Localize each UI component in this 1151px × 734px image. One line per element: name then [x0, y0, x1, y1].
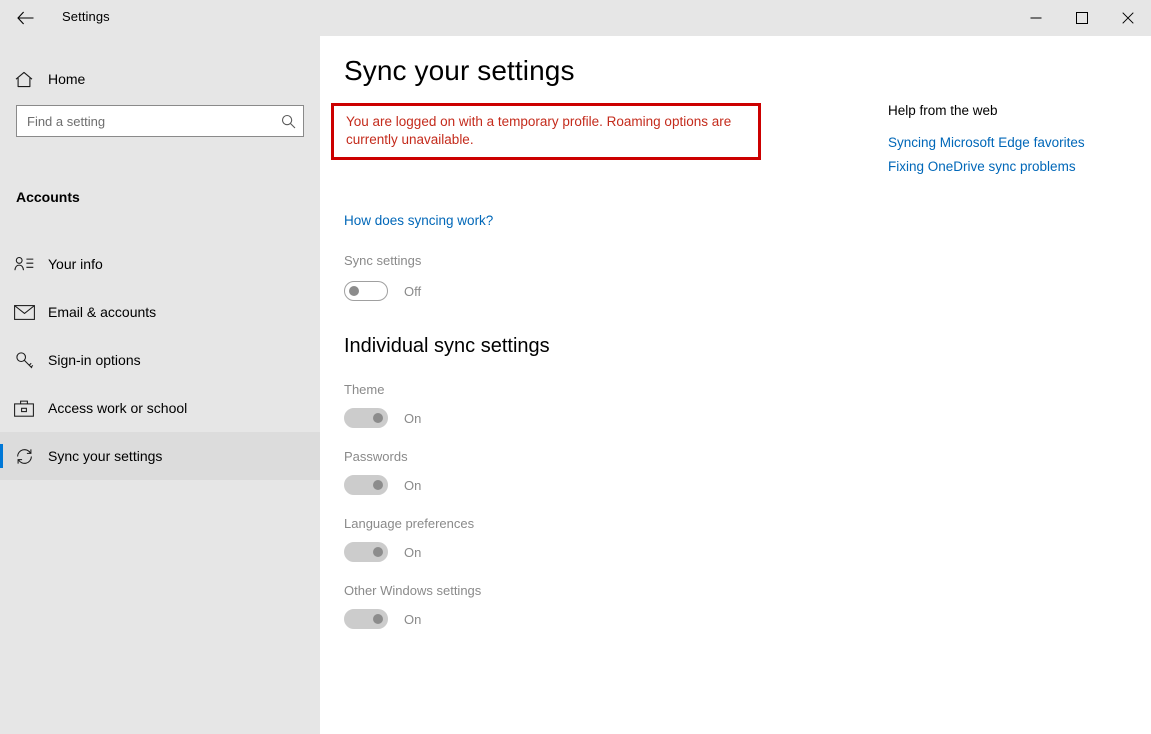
sidebar-item-home[interactable]: Home — [0, 60, 320, 98]
sidebar-item-label: Email & accounts — [48, 304, 157, 320]
sync-refresh-icon — [0, 447, 48, 466]
sidebar-item-access-work-school[interactable]: Access work or school — [0, 384, 320, 432]
sidebar-item-sync-your-settings[interactable]: Sync your settings — [0, 432, 320, 480]
setting-state: On — [404, 477, 422, 493]
key-icon — [0, 351, 48, 370]
setting-label: Other Windows settings — [344, 583, 482, 598]
sidebar-nav-list: Your info Email & accounts Sign-in optio… — [0, 240, 320, 480]
maximize-button[interactable] — [1059, 0, 1105, 36]
sync-settings-label: Sync settings — [344, 253, 422, 268]
help-link-edge-favorites[interactable]: Syncing Microsoft Edge favorites — [888, 135, 1138, 150]
sidebar-item-sign-in-options[interactable]: Sign-in options — [0, 336, 320, 384]
sidebar: Home Accounts You — [0, 36, 320, 734]
settings-window: Settings Home Find a setting Accounts Yo… — [0, 0, 1151, 734]
sidebar-item-label: Sync your settings — [48, 448, 163, 464]
sync-settings-toggle-row: Off — [344, 281, 421, 301]
individual-sync-settings-group: Theme On Passwords On Language preferenc… — [344, 382, 481, 650]
individual-setting-language-preferences: Language preferences On — [344, 516, 481, 562]
sync-settings-state: Off — [404, 283, 422, 299]
search-box[interactable] — [16, 105, 304, 137]
setting-label: Language preferences — [344, 516, 475, 531]
warning-message: You are logged on with a temporary profi… — [346, 114, 732, 147]
help-from-the-web-panel: Help from the web Syncing Microsoft Edge… — [888, 103, 1138, 183]
sidebar-item-email-accounts[interactable]: Email & accounts — [0, 288, 320, 336]
envelope-icon — [0, 304, 48, 320]
how-does-syncing-work-link[interactable]: How does syncing work? — [344, 213, 493, 228]
search-input[interactable] — [17, 106, 273, 136]
toggle-knob — [373, 547, 383, 557]
theme-toggle[interactable] — [344, 408, 388, 428]
help-panel-title: Help from the web — [888, 103, 998, 118]
individual-setting-theme: Theme On — [344, 382, 481, 428]
sidebar-home-label: Home — [48, 71, 86, 87]
toggle-knob — [373, 413, 383, 423]
passwords-toggle[interactable] — [344, 475, 388, 495]
sync-settings-toggle[interactable] — [344, 281, 388, 301]
toggle-row: On — [344, 408, 481, 428]
individual-sync-settings-heading: Individual sync settings — [344, 335, 550, 357]
sidebar-item-your-info[interactable]: Your info — [0, 240, 320, 288]
setting-state: On — [404, 544, 422, 560]
help-link-onedrive-sync[interactable]: Fixing OneDrive sync problems — [888, 159, 1138, 174]
individual-setting-passwords: Passwords On — [344, 449, 481, 495]
sync-settings-group: Sync settings Off — [344, 252, 421, 301]
individual-setting-other-windows-settings: Other Windows settings On — [344, 583, 481, 629]
toggle-knob — [349, 286, 359, 296]
setting-state: On — [404, 611, 422, 627]
temporary-profile-warning: You are logged on with a temporary profi… — [331, 103, 761, 160]
minimize-icon — [1030, 17, 1042, 19]
home-icon — [0, 71, 48, 88]
sidebar-item-label: Your info — [48, 256, 103, 272]
toggle-row: On — [344, 475, 481, 495]
minimize-button[interactable] — [1013, 0, 1059, 36]
toggle-knob — [373, 480, 383, 490]
close-button[interactable] — [1105, 0, 1151, 36]
search-icon[interactable] — [273, 114, 303, 129]
setting-state: On — [404, 410, 422, 426]
language-preferences-toggle[interactable] — [344, 542, 388, 562]
page-title: Sync your settings — [344, 55, 575, 86]
sidebar-item-label: Access work or school — [48, 400, 188, 416]
sidebar-section-label: Accounts — [16, 189, 80, 205]
window-title: Settings — [62, 9, 110, 24]
toggle-row: On — [344, 542, 481, 562]
sidebar-item-label: Sign-in options — [48, 352, 141, 368]
setting-label: Passwords — [344, 449, 408, 464]
toggle-row: On — [344, 609, 481, 629]
close-icon — [1122, 12, 1134, 24]
title-bar: Settings — [0, 0, 1151, 36]
main-content: Sync your settings You are logged on wit… — [320, 36, 1151, 734]
back-button[interactable] — [8, 2, 42, 34]
briefcase-icon — [0, 400, 48, 417]
user-card-icon — [0, 256, 48, 272]
toggle-knob — [373, 614, 383, 624]
back-arrow-icon — [16, 11, 33, 25]
other-windows-settings-toggle[interactable] — [344, 609, 388, 629]
maximize-icon — [1076, 12, 1088, 24]
setting-label: Theme — [344, 382, 385, 397]
window-controls — [1013, 0, 1151, 36]
